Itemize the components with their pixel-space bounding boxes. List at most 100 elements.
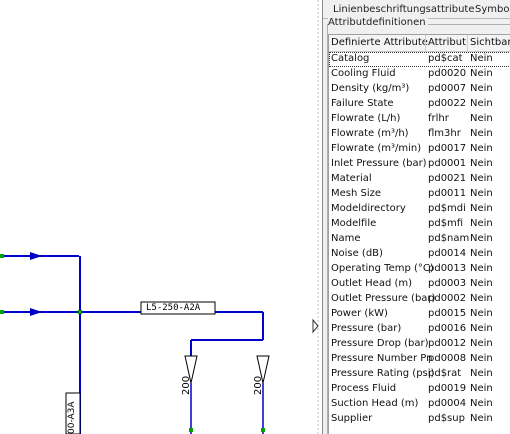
attribute-code-cell: pd0002 bbox=[428, 293, 467, 304]
visible-cell: Nein bbox=[470, 68, 493, 79]
attribute-code-cell: pd$mfi bbox=[428, 218, 464, 229]
visible-cell: Nein bbox=[470, 173, 493, 184]
column-divider[interactable] bbox=[425, 35, 426, 51]
table-row[interactable]: Supplier pd$sup Nein bbox=[329, 412, 510, 427]
attribute-name-cell: Outlet Head (m) bbox=[331, 278, 413, 289]
table-row[interactable]: Suction Head (m) pd0004 Nein bbox=[329, 397, 510, 412]
attribute-name-cell: Material bbox=[331, 173, 372, 184]
attribute-name-cell: Pressure Number Pn bbox=[331, 353, 433, 364]
table-row[interactable]: Modelfile pd$mfi Nein bbox=[329, 217, 510, 232]
table-row[interactable]: Density (kg/m³) pd0007 Nein bbox=[329, 82, 510, 97]
attribute-code-cell: pd0012 bbox=[428, 338, 467, 349]
reducer-right-label: 200 bbox=[253, 375, 264, 395]
attribute-name-cell: Supplier bbox=[331, 413, 373, 424]
column-header-visible[interactable]: Sichtbar bbox=[470, 37, 510, 48]
visible-cell: Nein bbox=[470, 203, 493, 214]
tab-linienbeschriftungsattribute[interactable]: Linienbeschriftungsattribute bbox=[333, 4, 475, 15]
node-marker bbox=[0, 310, 4, 314]
attribute-code-cell: pd$sup bbox=[428, 413, 465, 424]
attribute-code-cell: pd0020 bbox=[428, 68, 467, 79]
table-row[interactable]: Modeldirectory pd$mdi Nein bbox=[329, 202, 510, 217]
node-marker bbox=[78, 310, 82, 314]
attribute-code-cell: pd$nam bbox=[428, 233, 470, 244]
drawing-canvas[interactable]: L5-250-A2A 200 200 00-A3A bbox=[0, 0, 322, 434]
attribute-code-cell: flm3hr bbox=[428, 128, 461, 139]
column-divider[interactable] bbox=[467, 35, 468, 51]
table-row[interactable]: Flowrate (m³/h) flm3hr Nein bbox=[329, 127, 510, 142]
flow-arrow-upper bbox=[30, 252, 42, 260]
attribute-name-cell: Name bbox=[331, 233, 361, 244]
vertical-tag-label: 00-A3A bbox=[67, 401, 77, 434]
table-row[interactable]: Flowrate (L/h) frlhr Nein bbox=[329, 112, 510, 127]
attribute-code-cell: frlhr bbox=[428, 113, 449, 124]
attribute-name-cell: Modelfile bbox=[331, 218, 377, 229]
attribute-name-cell: Outlet Pressure (bar) bbox=[331, 293, 436, 304]
attribute-name-cell: Cooling Fluid bbox=[331, 68, 396, 79]
table-row[interactable]: Material pd0021 Nein bbox=[329, 172, 510, 187]
attribute-name-cell: Density (kg/m³) bbox=[331, 83, 410, 94]
node-marker bbox=[189, 428, 193, 432]
table-row[interactable]: Failure State pd0022 Nein bbox=[329, 97, 510, 112]
attribute-name-cell: Operating Temp (°C) bbox=[331, 263, 434, 274]
attribute-code-cell: pd0021 bbox=[428, 173, 467, 184]
table-row[interactable]: Pressure Number Pn pd0008 Nein bbox=[329, 352, 510, 367]
attribute-code-cell: pd0022 bbox=[428, 98, 467, 109]
column-header-attribute[interactable]: Attribut bbox=[428, 37, 466, 48]
table-row[interactable]: Noise (dB) pd0014 Nein bbox=[329, 247, 510, 262]
visible-cell: Nein bbox=[470, 368, 493, 379]
table-row[interactable]: Name pd$nam Nein bbox=[329, 232, 510, 247]
attribute-name-cell: Pressure Drop (bar) bbox=[331, 338, 429, 349]
attribute-name-cell: Flowrate (m³/min) bbox=[331, 143, 422, 154]
table-row[interactable]: Catalog pd$cat Nein bbox=[329, 52, 510, 67]
attribute-name-cell: Flowrate (L/h) bbox=[331, 113, 401, 124]
attribute-code-cell: pd$mdi bbox=[428, 203, 466, 214]
table-row[interactable]: Process Fluid pd0019 Nein bbox=[329, 382, 510, 397]
tab-symbol[interactable]: Symbol-G bbox=[475, 4, 510, 15]
attribute-name-cell: Process Fluid bbox=[331, 383, 397, 394]
visible-cell: Nein bbox=[470, 398, 493, 409]
attribute-code-cell: pd0001 bbox=[428, 158, 467, 169]
visible-cell: Nein bbox=[470, 308, 493, 319]
attribute-code-cell: pd0011 bbox=[428, 188, 467, 199]
table-row[interactable]: Cooling Fluid pd0020 Nein bbox=[329, 67, 510, 82]
table-row[interactable]: Mesh Size pd0011 Nein bbox=[329, 187, 510, 202]
table-row[interactable]: Operating Temp (°C) pd0013 Nein bbox=[329, 262, 510, 277]
visible-cell: Nein bbox=[470, 113, 493, 124]
table-row[interactable]: Pressure Rating (psi) pd$rat Nein bbox=[329, 367, 510, 382]
table-row[interactable]: Outlet Pressure (bar) pd0002 Nein bbox=[329, 292, 510, 307]
attribute-code-cell: pd0015 bbox=[428, 308, 467, 319]
attribute-panel: Linienbeschriftungsattribute Symbol-G At… bbox=[322, 0, 510, 434]
visible-cell: Nein bbox=[470, 158, 493, 169]
node-marker bbox=[261, 428, 265, 432]
table-header: Definierte Attribute Attribut Sichtbar bbox=[329, 35, 510, 52]
attribute-code-cell: pd0007 bbox=[428, 83, 467, 94]
visible-cell: Nein bbox=[470, 188, 493, 199]
attribute-name-cell: Suction Head (m) bbox=[331, 398, 419, 409]
symbol-marker bbox=[312, 318, 319, 334]
column-header-defined-attributes[interactable]: Definierte Attribute bbox=[331, 37, 428, 48]
attribute-name-cell: Pressure (bar) bbox=[331, 323, 402, 334]
pid-drawing[interactable] bbox=[0, 0, 322, 434]
attribute-name-cell: Inlet Pressure (bar) bbox=[331, 158, 427, 169]
group-title: Attributdefinitionen bbox=[328, 17, 428, 28]
visible-cell: Nein bbox=[470, 233, 493, 244]
attribute-name-cell: Noise (dB) bbox=[331, 248, 383, 259]
table-row[interactable]: Pressure (bar) pd0016 Nein bbox=[329, 322, 510, 337]
attribute-code-cell: pd0014 bbox=[428, 248, 467, 259]
attribute-code-cell: pd0004 bbox=[428, 398, 467, 409]
flow-arrow-lower bbox=[30, 308, 42, 316]
visible-cell: Nein bbox=[470, 83, 493, 94]
visible-cell: Nein bbox=[470, 323, 493, 334]
table-row[interactable]: Flowrate (m³/min) pd0017 Nein bbox=[329, 142, 510, 157]
table-row[interactable]: Pressure Drop (bar) pd0012 Nein bbox=[329, 337, 510, 352]
visible-cell: Nein bbox=[470, 128, 493, 139]
attribute-code-cell: pd0013 bbox=[428, 263, 467, 274]
table-row[interactable]: Inlet Pressure (bar) pd0001 Nein bbox=[329, 157, 510, 172]
table-row[interactable]: Outlet Head (m) pd0003 Nein bbox=[329, 277, 510, 292]
visible-cell: Nein bbox=[470, 338, 493, 349]
attribute-name-cell: Power (kW) bbox=[331, 308, 388, 319]
attribute-name-cell: Mesh Size bbox=[331, 188, 382, 199]
table-row[interactable]: Power (kW) pd0015 Nein bbox=[329, 307, 510, 322]
attribute-code-cell: pd0003 bbox=[428, 278, 467, 289]
attribute-table[interactable]: Definierte Attribute Attribut Sichtbar C… bbox=[328, 34, 510, 434]
